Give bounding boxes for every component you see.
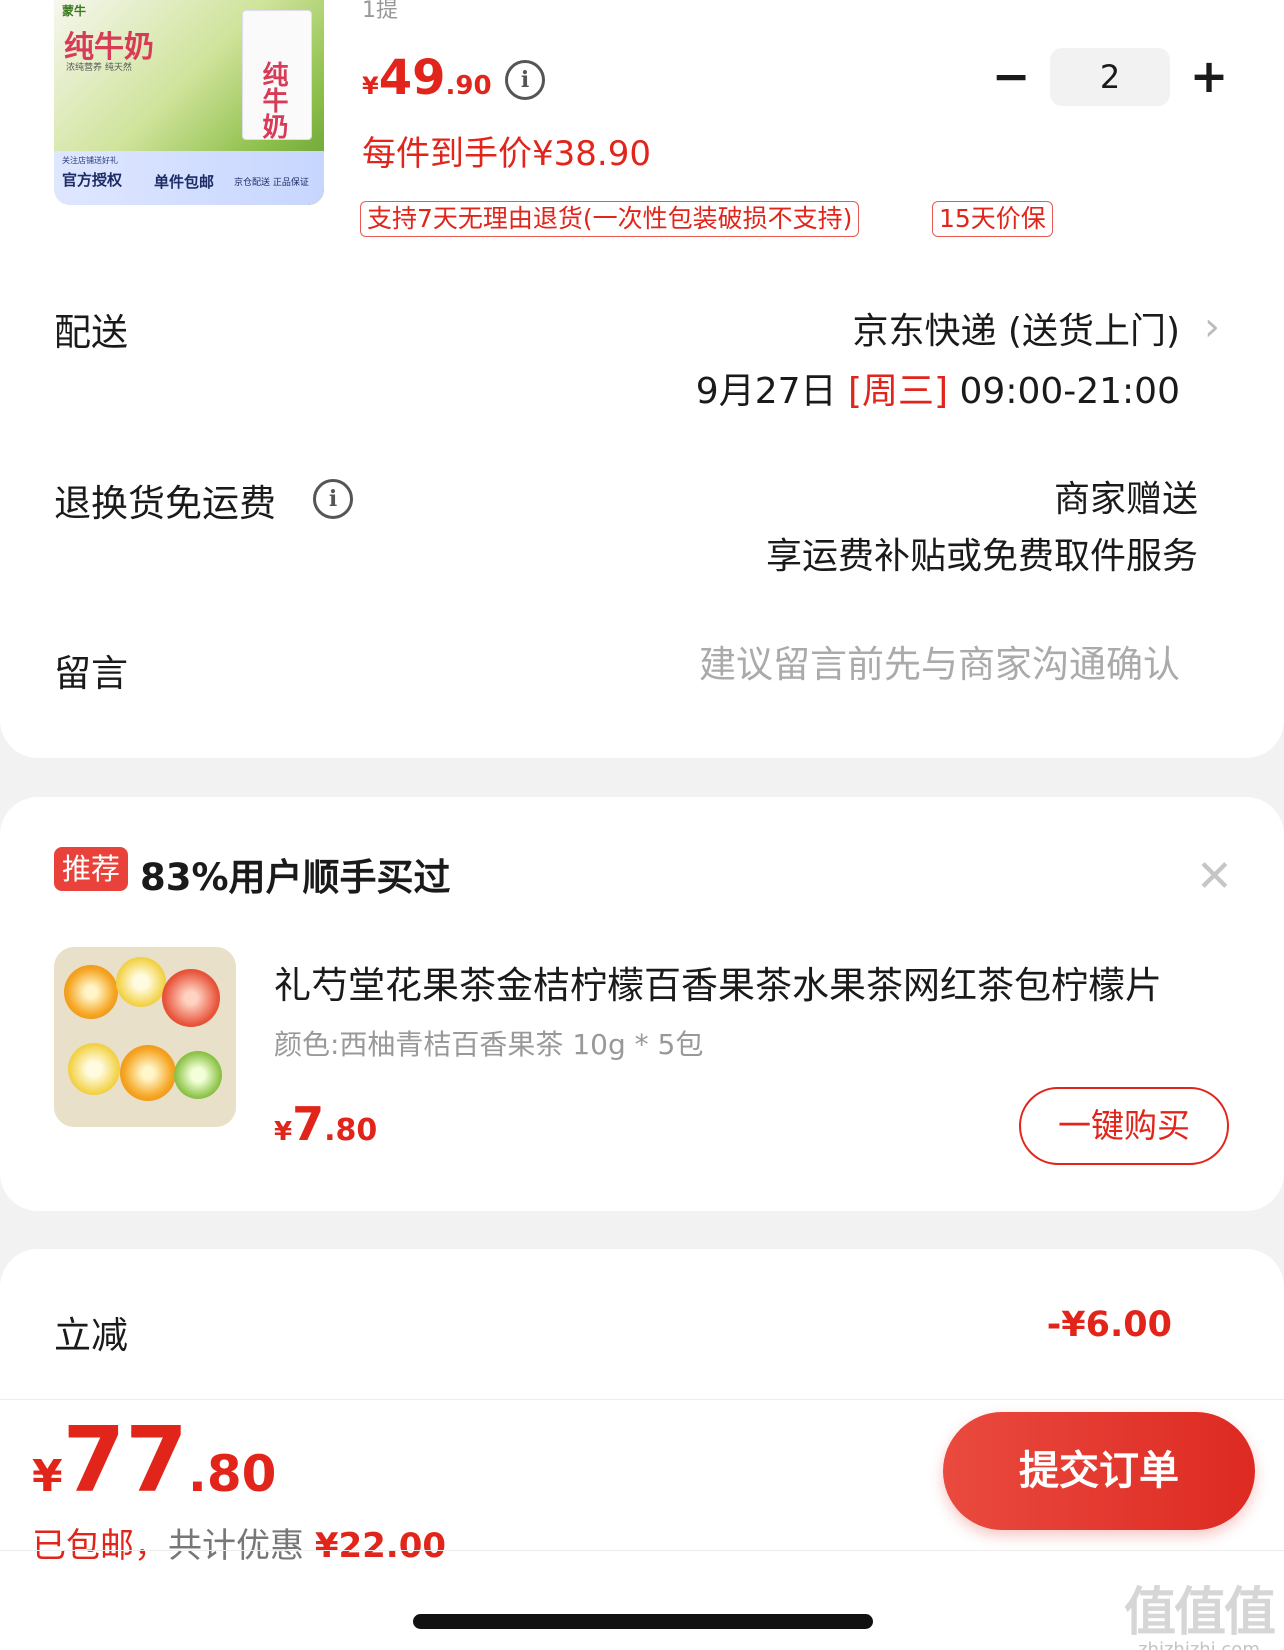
delivery-method[interactable]: 京东快递 (送货上门) — [852, 302, 1180, 354]
recommend-item-price: ¥7.80 — [274, 1097, 377, 1151]
product-price-decimal: .90 — [445, 71, 492, 101]
recommend-title: 83%用户顺手买过 — [140, 856, 451, 899]
discount-label: 立减 — [54, 1314, 128, 1357]
message-label: 留言 — [54, 652, 128, 695]
product-image-carton: 纯牛奶 — [242, 10, 312, 140]
order-summary: 已包邮，共计优惠 ¥22.00 — [32, 1518, 446, 1567]
fruit-slice-orange-1 — [64, 965, 118, 1019]
product-image-banner-mid: 单件包邮 — [154, 173, 215, 191]
home-indicator[interactable] — [413, 1614, 873, 1629]
submit-order-button[interactable]: 提交订单 — [943, 1412, 1255, 1530]
delivery-day: [周三] — [847, 371, 949, 412]
product-price-integer: 49 — [378, 50, 446, 106]
checkout-bar: ¥77.80 已包邮，共计优惠 ¥22.00 提交订单 值值值 zhizhizh… — [0, 1399, 1284, 1650]
one-click-buy-button[interactable]: 一键购买 — [1019, 1087, 1229, 1165]
product-image-brand: 蒙牛 — [62, 4, 87, 18]
product-image-banner-left: 官方授权 — [62, 171, 123, 189]
fruit-slice-lime — [174, 1051, 222, 1099]
recommend-badge: 推荐 — [54, 847, 129, 891]
fruit-slice-lemon-1 — [116, 957, 166, 1007]
watermark-url: zhizhizhi.com — [1138, 1639, 1260, 1650]
recommend-price-currency: ¥ — [274, 1117, 293, 1147]
watermark-logo: 值值值 — [1123, 1583, 1276, 1643]
total-integer: 77 — [62, 1408, 188, 1513]
quantity-value[interactable]: 2 — [1050, 48, 1170, 106]
returns-service: 享运费补贴或免费取件服务 — [765, 536, 1198, 577]
recommendation-card: 推荐 83%用户顺手买过 ✕ 礼芍堂花果茶金桔柠檬百香果茶水果茶网红茶包柠檬片 … — [0, 797, 1284, 1211]
fruit-slice-lemon-2 — [68, 1043, 120, 1095]
return-policy-tag: 支持7天无理由退货(一次性包装破损不支持) — [360, 201, 860, 237]
close-icon[interactable]: ✕ — [1196, 855, 1233, 899]
shipping-status: 已包邮， — [32, 1526, 168, 1566]
delivery-hours: 09:00-21:00 — [948, 371, 1181, 412]
order-total: ¥77.80 — [32, 1408, 276, 1513]
message-input[interactable] — [560, 643, 1180, 686]
price-info-icon[interactable]: i — [505, 60, 545, 100]
fruit-slice-orange-2 — [120, 1045, 176, 1101]
total-currency: ¥ — [32, 1451, 63, 1502]
quantity-decrease-button[interactable]: − — [985, 50, 1037, 102]
recommend-price-decimal: .80 — [324, 1113, 378, 1148]
returns-gift: 商家赠送 — [1053, 479, 1198, 520]
divider — [0, 1550, 1284, 1551]
discount-value: -¥6.00 — [1046, 1305, 1172, 1345]
quantity-increase-button[interactable]: + — [1183, 50, 1235, 102]
product-price-currency: ¥ — [362, 72, 379, 100]
total-decimal: .80 — [187, 1445, 277, 1503]
saved-amount: ¥22.00 — [314, 1526, 447, 1566]
product-card: 蒙牛 纯牛奶 浓纯营养 纯天然 纯牛奶 关注店铺送好礼 官方授权 单件包邮 京仓… — [0, 0, 1284, 758]
recommend-item-image[interactable] — [54, 947, 236, 1127]
product-spec: 1提 — [362, 0, 398, 23]
delivery-label: 配送 — [54, 311, 128, 354]
returns-label: 退换货免运费 — [54, 482, 276, 525]
watermark: 值值值 zhizhizhi.com — [1123, 1570, 1276, 1650]
delivery-time[interactable]: 9月27日 [周三] 09:00-21:00 — [696, 362, 1180, 414]
product-image-banner-right: 京仓配送 正品保证 — [234, 178, 309, 188]
product-image-banner: 关注店铺送好礼 官方授权 单件包邮 京仓配送 正品保证 — [54, 151, 324, 205]
fruit-slice-grapefruit-1 — [162, 969, 220, 1027]
recommend-item-spec: 颜色:西柚青桔百香果茶 10g * 5包 — [274, 1028, 704, 1061]
returns-info-icon[interactable]: i — [313, 479, 353, 519]
delivery-date: 9月27日 — [695, 371, 848, 412]
recommend-price-integer: 7 — [292, 1097, 325, 1151]
chevron-right-icon[interactable]: › — [1204, 304, 1220, 350]
recommend-item-name[interactable]: 礼芍堂花果茶金桔柠檬百香果茶水果茶网红茶包柠檬片 — [274, 955, 1234, 1009]
product-image-banner-top: 关注店铺送好礼 — [62, 156, 118, 165]
final-price: 每件到手价¥38.90 — [362, 134, 651, 174]
saved-label: 共计优惠 — [168, 1526, 304, 1566]
price-protection-tag: 15天价保 — [932, 201, 1053, 237]
product-image[interactable]: 蒙牛 纯牛奶 浓纯营养 纯天然 纯牛奶 关注店铺送好礼 官方授权 单件包邮 京仓… — [54, 0, 324, 205]
product-image-carton-text: 纯牛奶 — [258, 61, 288, 139]
product-image-subtitle: 浓纯营养 纯天然 — [66, 63, 132, 73]
product-price: ¥49.90 — [362, 50, 492, 106]
